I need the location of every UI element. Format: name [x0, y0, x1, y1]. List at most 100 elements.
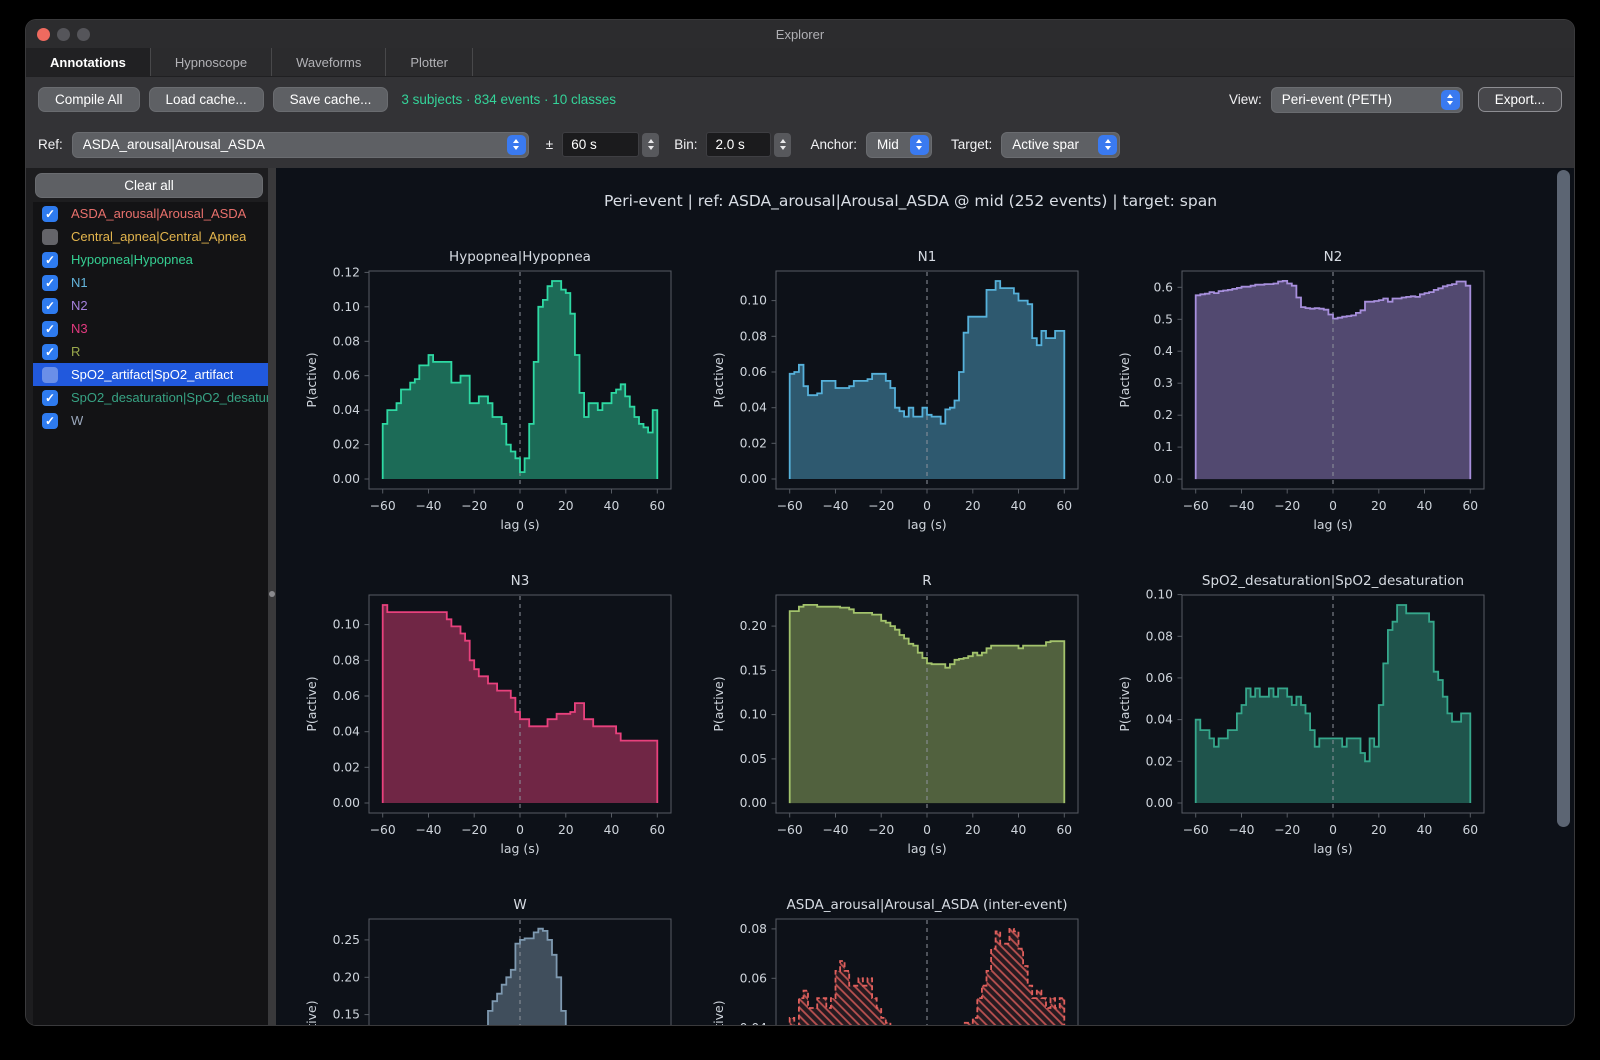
minimize-window-button[interactable] [57, 28, 70, 41]
checkbox-checked-icon[interactable]: ✓ [42, 252, 58, 268]
class-label: SpO2_artifact|SpO2_artifact [71, 367, 233, 382]
svg-text:60: 60 [1462, 499, 1478, 513]
save-cache-button[interactable]: Save cache... [273, 87, 389, 112]
svg-text:−40: −40 [822, 823, 848, 837]
svg-text:P(active): P(active) [304, 1000, 319, 1025]
checkbox-checked-icon[interactable]: ✓ [42, 390, 58, 406]
export-button[interactable]: Export... [1478, 87, 1562, 112]
checkbox-checked-icon[interactable]: ✓ [42, 413, 58, 429]
svg-text:40: 40 [1010, 823, 1026, 837]
svg-text:0.02: 0.02 [739, 436, 766, 450]
svg-text:0: 0 [1329, 823, 1337, 837]
svg-text:−60: −60 [776, 499, 802, 513]
tab-waveforms[interactable]: Waveforms [272, 48, 386, 76]
svg-text:0.15: 0.15 [739, 663, 766, 677]
checkbox-checked-icon[interactable]: ✓ [42, 298, 58, 314]
toolbar-row-2: Ref: ASDA_arousal|Arousal_ASDA ± 60 s Bi… [26, 122, 1574, 167]
svg-text:60: 60 [1056, 499, 1072, 513]
tab-annotations[interactable]: Annotations [26, 48, 151, 76]
chart-asda_inter: ASDA_arousal|Arousal_ASDA (inter-event)0… [683, 884, 1089, 1025]
class-row-asda_arousal[interactable]: ✓ASDA_arousal|Arousal_ASDA [33, 202, 268, 225]
svg-text:0.02: 0.02 [333, 438, 360, 452]
svg-text:0.5: 0.5 [1153, 312, 1173, 326]
tab-hypnoscope[interactable]: Hypnoscope [151, 48, 272, 76]
class-row-spo2_artifact[interactable]: SpO2_artifact|SpO2_artifact [33, 363, 268, 386]
vertical-scrollbar-thumb[interactable] [1557, 170, 1570, 827]
target-label: Target: [951, 137, 992, 152]
svg-text:−60: −60 [776, 823, 802, 837]
svg-text:0.06: 0.06 [333, 369, 361, 383]
chart-spo2_desat: SpO2_desaturation|SpO2_desaturation0.000… [1089, 560, 1495, 884]
load-cache-button[interactable]: Load cache... [149, 87, 264, 112]
svg-text:0.05: 0.05 [739, 752, 766, 766]
svg-text:P(active): P(active) [711, 1000, 726, 1025]
plot-panel: Peri-event | ref: ASDA_arousal|Arousal_A… [276, 168, 1574, 1025]
close-window-button[interactable] [37, 28, 50, 41]
bin-seconds-stepper[interactable] [774, 133, 791, 157]
class-row-central_apnea[interactable]: Central_apnea|Central_Apnea [33, 225, 268, 248]
svg-text:−20: −20 [461, 499, 487, 513]
view-select[interactable]: Peri-event (PETH) [1271, 87, 1463, 113]
toolbar: Compile All Load cache... Save cache... … [26, 77, 1574, 168]
chart-w: W0.000.050.100.150.200.25−60−40−20020406… [276, 884, 682, 1025]
svg-text:0.08: 0.08 [739, 922, 766, 936]
svg-text:0.12: 0.12 [333, 265, 360, 279]
svg-text:−60: −60 [370, 823, 396, 837]
checkbox-checked-icon[interactable]: ✓ [42, 275, 58, 291]
class-label: N3 [71, 321, 88, 336]
svg-text:−20: −20 [868, 823, 894, 837]
window-seconds-input[interactable]: 60 s [562, 132, 639, 157]
class-row-n2[interactable]: ✓ N2 [33, 294, 268, 317]
anchor-label: Anchor: [810, 137, 857, 152]
svg-text:40: 40 [604, 499, 620, 513]
svg-text:0.00: 0.00 [333, 472, 360, 486]
splitter-handle-icon [269, 591, 275, 597]
tab-plotter[interactable]: Plotter [386, 48, 473, 76]
class-row-spo2_desaturation[interactable]: ✓SpO2_desaturation|SpO2_desaturation [33, 386, 268, 409]
class-row-r[interactable]: ✓R [33, 340, 268, 363]
svg-text:P(active): P(active) [1117, 352, 1132, 407]
svg-text:0.4: 0.4 [1153, 344, 1173, 358]
target-select-value: Active spar [1012, 137, 1090, 152]
svg-text:0.08: 0.08 [739, 329, 766, 343]
bin-seconds-input[interactable]: 2.0 s [706, 132, 771, 157]
tab-bar: Annotations Hypnoscope Waveforms Plotter [26, 48, 1574, 77]
class-row-w[interactable]: ✓W [33, 409, 268, 432]
chart-n2: N20.00.10.20.30.40.50.6−60−40−200204060l… [1089, 236, 1495, 560]
window-seconds-stepper[interactable] [642, 133, 659, 157]
class-label: R [71, 344, 80, 359]
zoom-window-button[interactable] [77, 28, 90, 41]
svg-text:20: 20 [558, 499, 574, 513]
checkbox-unchecked-icon[interactable] [42, 229, 58, 245]
svg-text:60: 60 [1462, 823, 1478, 837]
checkbox-checked-icon[interactable]: ✓ [42, 321, 58, 337]
target-select[interactable]: Active spar [1001, 132, 1120, 158]
clear-all-button[interactable]: Clear all [35, 173, 263, 198]
title-bar: Explorer [26, 20, 1574, 48]
svg-text:lag (s): lag (s) [1313, 517, 1352, 532]
class-sidebar: Clear all ✓ASDA_arousal|Arousal_ASDACent… [26, 168, 268, 1025]
chevron-up-down-icon [1098, 135, 1117, 155]
class-row-n1[interactable]: ✓N1 [33, 271, 268, 294]
svg-text:P(active): P(active) [711, 352, 726, 407]
class-row-n3[interactable]: ✓ N3 [33, 317, 268, 340]
svg-text:0.6: 0.6 [1153, 280, 1173, 294]
svg-text:0.04: 0.04 [1146, 713, 1174, 727]
svg-text:0.08: 0.08 [333, 653, 360, 667]
svg-text:40: 40 [1417, 499, 1433, 513]
svg-text:P(active): P(active) [304, 676, 319, 731]
class-row-hypopnea[interactable]: ✓Hypopnea|Hypopnea [33, 248, 268, 271]
checkbox-checked-icon[interactable]: ✓ [42, 344, 58, 360]
checkbox-unchecked-icon[interactable] [42, 367, 58, 383]
checkbox-checked-icon[interactable]: ✓ [42, 206, 58, 222]
toolbar-row-1: Compile All Load cache... Save cache... … [26, 77, 1574, 122]
class-label: N2 [71, 298, 88, 313]
anchor-select[interactable]: Mid [866, 132, 932, 158]
pane-splitter[interactable] [268, 168, 276, 1025]
svg-text:lag (s): lag (s) [500, 841, 539, 856]
svg-text:R: R [922, 573, 931, 589]
svg-text:−20: −20 [1274, 823, 1300, 837]
compile-all-button[interactable]: Compile All [38, 87, 140, 112]
svg-text:SpO2_desaturation|SpO2_desatur: SpO2_desaturation|SpO2_desaturation [1202, 573, 1464, 589]
ref-select[interactable]: ASDA_arousal|Arousal_ASDA [72, 132, 529, 158]
